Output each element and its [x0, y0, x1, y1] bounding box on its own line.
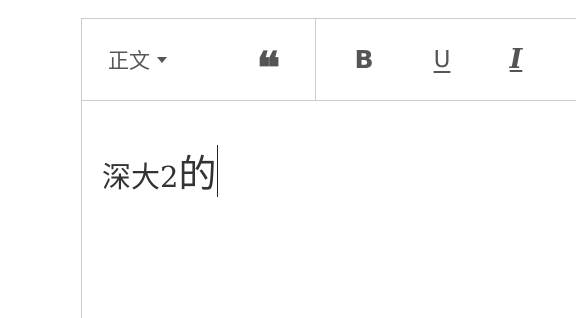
editor-toolbar: 正文 ❝ B U I — [82, 19, 576, 101]
italic-button[interactable]: I — [496, 19, 536, 100]
bold-icon: B — [354, 45, 374, 74]
content-text-normal: 深大2 — [102, 160, 179, 194]
underline-icon: U — [433, 46, 451, 73]
text-cursor — [217, 145, 219, 197]
paragraph-format-dropdown[interactable]: 正文 — [108, 19, 198, 100]
italic-icon: I — [509, 44, 523, 75]
editor-content-area[interactable]: 深大2的 — [102, 143, 219, 198]
paragraph-format-label: 正文 — [108, 48, 150, 73]
toolbar-divider — [315, 19, 316, 100]
bold-button[interactable]: B — [344, 19, 384, 100]
blockquote-button[interactable]: ❝ — [242, 19, 292, 100]
rich-text-editor: 正文 ❝ B U I 深大2的 — [81, 18, 576, 318]
caret-down-icon — [157, 56, 167, 63]
quote-icon: ❝ — [256, 42, 281, 94]
underline-button[interactable]: U — [422, 19, 462, 100]
content-text-large: 的 — [178, 152, 217, 196]
